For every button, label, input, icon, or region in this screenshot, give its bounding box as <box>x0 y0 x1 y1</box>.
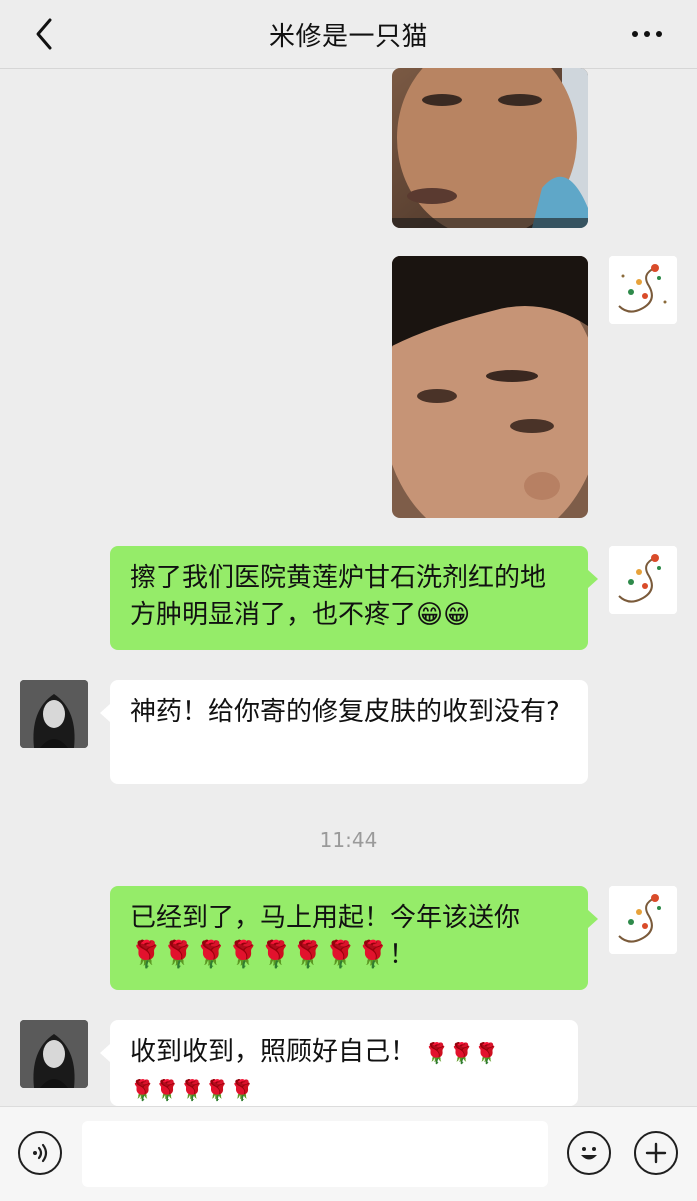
rose-emoji-icon: 🌹🌹🌹🌹🌹 <box>130 1078 255 1102</box>
contact-avatar[interactable] <box>20 680 88 748</box>
plus-icon <box>645 1142 667 1164</box>
emoji-button[interactable] <box>567 1131 611 1175</box>
sent-photo-2[interactable] <box>392 256 588 518</box>
bubble-tail <box>588 570 598 588</box>
lizard-avatar-image <box>609 886 677 954</box>
input-bar <box>0 1106 697 1201</box>
woman-avatar-image <box>20 680 88 748</box>
contact-avatar[interactable] <box>20 1020 88 1088</box>
message-input[interactable] <box>82 1121 548 1187</box>
back-button[interactable] <box>26 14 62 54</box>
grin-emoji-icon: 😁😁 <box>416 600 471 630</box>
chat-header: 米修是一只猫 <box>0 0 697 69</box>
my-avatar[interactable] <box>609 256 677 324</box>
voice-icon <box>33 1143 48 1163</box>
lizard-avatar-image <box>609 256 677 324</box>
rose-emoji-icon: 🌹🌹🌹🌹🌹🌹🌹🌹 <box>130 940 389 970</box>
voice-button[interactable] <box>18 1131 62 1175</box>
emoji-icon <box>581 1147 597 1160</box>
chat-title: 米修是一只猫 <box>268 21 428 52</box>
sent-message-bubble[interactable]: 已经到了，马上用起！今年该送你 🌹🌹🌹🌹🌹🌹🌹🌹！ <box>110 886 588 990</box>
my-avatar[interactable] <box>609 546 677 614</box>
my-avatar[interactable] <box>609 886 677 954</box>
sent-message-bubble[interactable]: 擦了我们医院黄莲炉甘石洗剂红的地方肿明显消了，也不疼了😁😁 <box>110 546 588 650</box>
bubble-tail <box>588 910 598 928</box>
add-button[interactable] <box>634 1131 678 1175</box>
more-dots-icon <box>632 31 638 37</box>
more-button[interactable] <box>627 22 667 46</box>
bubble-tail <box>100 1044 110 1062</box>
message-text: 擦了我们医院黄莲炉甘石洗剂红的地方肿明显消了，也不疼了 <box>130 563 547 630</box>
received-message-bubble[interactable]: 神药！给你寄的修复皮肤的收到没有? <box>110 680 588 784</box>
photo-face-image <box>392 256 588 518</box>
message-timestamp: 11:44 <box>319 828 378 852</box>
bubble-tail <box>100 704 110 722</box>
message-text: 神药！给你寄的修复皮肤的收到没有? <box>130 697 560 727</box>
message-text: 收到收到，照顾好自己！ <box>130 1037 417 1067</box>
message-text-end: ！ <box>388 940 415 970</box>
photo-face-image <box>392 68 588 228</box>
message-text: 已经到了，马上用起！今年该送你 <box>130 903 521 933</box>
received-message-bubble[interactable]: 收到收到，照顾好自己！ 🌹🌹🌹 🌹🌹🌹🌹🌹 <box>110 1020 578 1106</box>
rose-emoji-icon: 🌹🌹🌹 <box>424 1041 499 1065</box>
lizard-avatar-image <box>609 546 677 614</box>
woman-avatar-image <box>20 1020 88 1088</box>
chevron-left-icon <box>36 18 52 50</box>
sent-photo-1[interactable] <box>392 68 588 228</box>
